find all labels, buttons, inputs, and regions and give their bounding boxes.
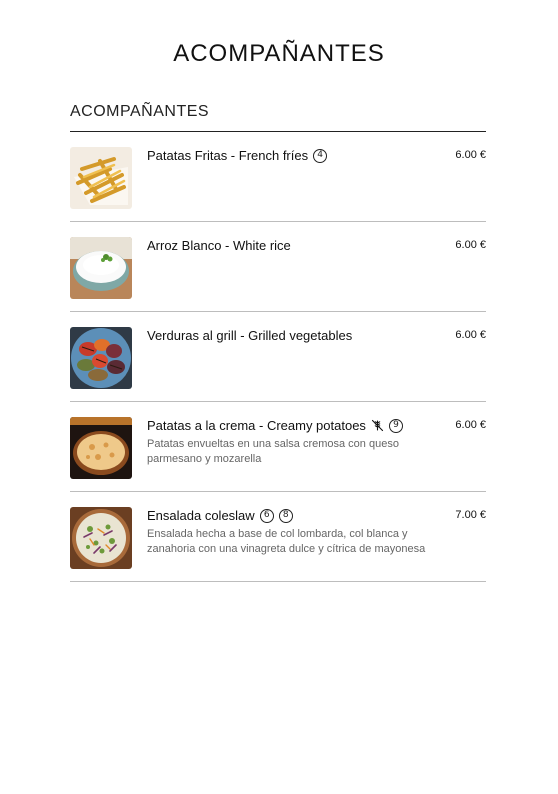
page-title: ACOMPAÑANTES xyxy=(173,40,385,67)
menu-item[interactable]: Patatas Fritas - French fríes 4 6.00 € xyxy=(70,132,486,222)
no-gluten-icon xyxy=(371,419,384,432)
menu-item-price: 6.00 € xyxy=(455,329,486,341)
allergen-badge: 8 xyxy=(278,508,293,523)
menu-item-name: Patatas Fritas - French fríes xyxy=(147,148,309,163)
menu-item-name-row: Ensalada coleslaw 6 8 xyxy=(147,508,293,523)
menu-item-name: Ensalada coleslaw xyxy=(147,508,255,523)
menu-items-list: Patatas Fritas - French fríes 4 6.00 € A… xyxy=(70,132,486,582)
menu-item-name-row: Arroz Blanco - White rice xyxy=(147,238,291,253)
allergen-badge: 6 xyxy=(259,508,274,523)
menu-item[interactable]: Verduras al grill - Grilled vegetables 6… xyxy=(70,312,486,402)
menu-item-name: Verduras al grill - Grilled vegetables xyxy=(147,328,353,343)
grilled-vegetables-image xyxy=(70,327,132,389)
menu-item-description: Patatas envueltas en una salsa cremosa c… xyxy=(147,438,399,465)
coleslaw-salad-image xyxy=(70,507,132,569)
menu-item[interactable]: Arroz Blanco - White rice 6.00 € xyxy=(70,222,486,312)
allergen-badge: 4 xyxy=(313,148,328,163)
french-fries-image xyxy=(70,147,132,209)
menu-item[interactable]: Ensalada coleslaw 6 8 Ensalada hecha a b… xyxy=(70,492,486,582)
menu-item[interactable]: Patatas a la crema - Creamy potatoes 9 P… xyxy=(70,402,486,492)
menu-item-name: Patatas a la crema - Creamy potatoes xyxy=(147,418,366,433)
menu-item-name: Arroz Blanco - White rice xyxy=(147,238,291,253)
menu-item-description: Ensalada hecha a base de col lombarda, c… xyxy=(147,528,426,555)
white-rice-image xyxy=(70,237,132,299)
menu-item-price: 7.00 € xyxy=(455,509,486,521)
menu-item-price: 6.00 € xyxy=(455,149,486,161)
creamy-potatoes-image xyxy=(70,417,132,479)
menu-item-price: 6.00 € xyxy=(455,239,486,251)
menu-item-name-row: Verduras al grill - Grilled vegetables xyxy=(147,328,352,343)
menu-item-price: 6.00 € xyxy=(455,419,486,431)
section-title: ACOMPAÑANTES xyxy=(70,103,210,120)
menu-item-name-row: Patatas a la crema - Creamy potatoes 9 xyxy=(147,418,403,433)
allergen-badge: 9 xyxy=(388,418,403,433)
menu-item-name-row: Patatas Fritas - French fríes 4 xyxy=(147,148,328,163)
